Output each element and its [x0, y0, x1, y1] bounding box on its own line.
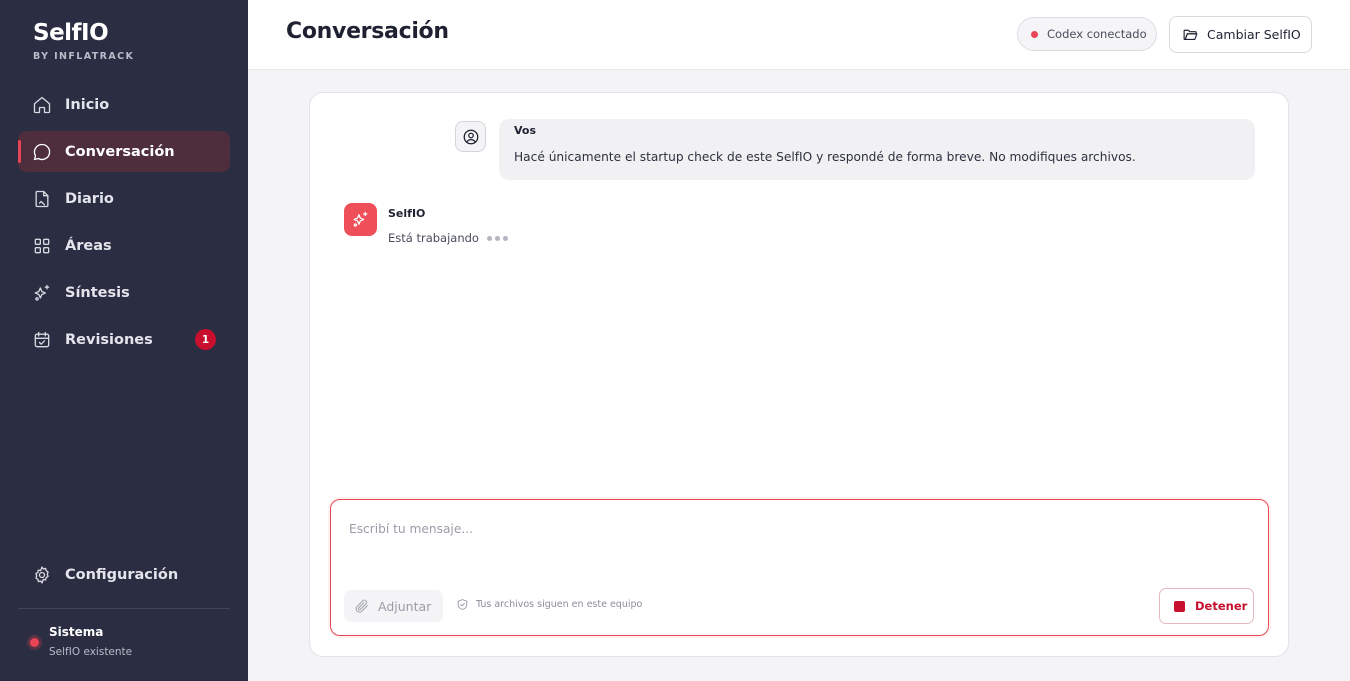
sidebar-item-inicio[interactable]: Inicio [18, 84, 230, 125]
message-input[interactable] [349, 518, 1249, 540]
stop-button[interactable]: Detener [1159, 588, 1254, 624]
sparkles-icon [32, 283, 52, 303]
local-files-note: Tus archivos siguen en este equipo [456, 598, 642, 611]
page-title: Conversación [286, 19, 449, 44]
message-author: Vos [514, 124, 537, 137]
connection-status-pill: Codex conectado [1017, 17, 1157, 51]
change-selfio-label: Cambiar SelfIO [1207, 27, 1301, 42]
sidebar-item-configuracion[interactable]: Configuración [18, 554, 230, 595]
connection-status-label: Codex conectado [1047, 27, 1147, 41]
local-files-note-text: Tus archivos siguen en este equipo [476, 599, 643, 610]
user-avatar [455, 121, 486, 152]
assistant-avatar [344, 203, 377, 236]
sidebar-item-label: Revisiones [65, 331, 153, 348]
sidebar-item-areas[interactable]: Áreas [18, 225, 230, 266]
folder-open-icon [1183, 29, 1198, 41]
sidebar-item-label: Diario [65, 190, 114, 207]
assistant-working-status: Está trabajando [388, 231, 511, 245]
change-selfio-button[interactable]: Cambiar SelfIO [1169, 16, 1312, 53]
sidebar-item-label: Conversación [65, 143, 175, 160]
gear-icon [32, 565, 52, 585]
message-composer: Adjuntar Tus archivos siguen en este equ… [330, 499, 1269, 636]
sparkles-icon [353, 211, 368, 227]
attach-label: Adjuntar [378, 598, 432, 614]
sidebar-divider [18, 608, 230, 609]
sidebar-item-sintesis[interactable]: Síntesis [18, 272, 230, 313]
stop-label: Detener [1195, 599, 1248, 613]
message-text: Hacé únicamente el startup check de este… [514, 150, 1136, 164]
sidebar-item-label: Áreas [65, 237, 112, 254]
sidebar-item-revisiones[interactable]: Revisiones 1 [18, 319, 230, 360]
system-status-title: Sistema [49, 625, 104, 639]
calendar-check-icon [32, 330, 52, 350]
typing-indicator [486, 235, 511, 241]
conversation-card: Vos Hacé únicamente el startup check de … [309, 92, 1289, 657]
top-header: Conversación Codex conectado Cambiar Sel… [248, 0, 1350, 70]
brand-subtitle: BY INFLATRACK [33, 51, 135, 62]
shield-check-icon [457, 599, 468, 610]
notification-badge: 1 [195, 329, 216, 350]
sidebar-item-label: Configuración [65, 566, 179, 583]
attach-button[interactable]: Adjuntar [344, 590, 443, 622]
assistant-status-text: Está trabajando [388, 231, 479, 245]
sidebar: SelfIO BY INFLATRACK Inicio Conversación… [0, 0, 248, 681]
sidebar-item-label: Inicio [65, 96, 110, 113]
message-author: SelfIO [388, 207, 426, 220]
sidebar-item-conversacion[interactable]: Conversación [18, 131, 230, 172]
sidebar-item-diario[interactable]: Diario [18, 178, 230, 219]
user-circle-icon [463, 129, 478, 144]
journal-icon [32, 189, 52, 209]
chat-bubble-icon [32, 142, 52, 162]
system-status-subtitle: SelfIO existente [49, 646, 133, 658]
system-status-dot [30, 638, 39, 647]
status-dot [1031, 30, 1038, 38]
sidebar-item-label: Síntesis [65, 284, 130, 301]
user-message-bubble: Vos Hacé únicamente el startup check de … [499, 119, 1255, 180]
paperclip-icon [355, 599, 368, 613]
home-icon [32, 95, 52, 115]
brand-name: SelfIO [33, 20, 109, 46]
grid-icon [32, 236, 52, 256]
stop-icon [1174, 600, 1185, 612]
brand-logo[interactable]: SelfIO BY INFLATRACK [33, 18, 134, 62]
